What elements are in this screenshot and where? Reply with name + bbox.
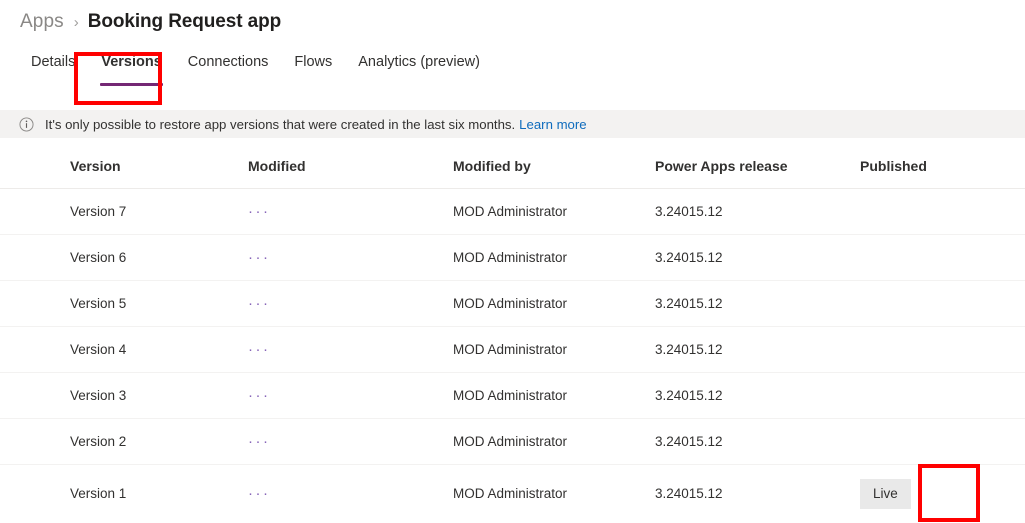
cell-published [860, 372, 1025, 419]
breadcrumb: Apps › Booking Request app [0, 0, 1025, 34]
chevron-right-icon: › [73, 13, 79, 31]
tab-flows[interactable]: Flows [281, 46, 345, 76]
cell-power-apps-release: 3.24015.12 [655, 486, 723, 502]
tab-connections[interactable]: Connections [175, 46, 282, 76]
info-circle-icon [19, 116, 34, 132]
more-options-icon[interactable]: ··· [248, 485, 271, 502]
column-header-published[interactable]: Published [860, 152, 1025, 189]
cell-published [860, 418, 1025, 465]
table-row[interactable]: Version 5 ··· MOD Administrator 3.24015.… [0, 280, 1025, 327]
cell-modified: ··· [248, 372, 453, 419]
more-options-icon[interactable]: ··· [248, 387, 271, 404]
cell-power-apps-release: 3.24015.12 [655, 418, 860, 465]
table-header-row: Version Modified Modified by Power Apps … [0, 152, 1025, 189]
column-header-modified-by[interactable]: Modified by [453, 152, 655, 189]
cell-version: Version 5 [0, 280, 248, 327]
tab-flows-label: Flows [294, 54, 333, 70]
tab-details-label: Details [31, 54, 76, 70]
cell-modified-by: MOD Administrator [453, 418, 655, 465]
cell-published [860, 188, 1025, 235]
column-header-version[interactable]: Version [0, 152, 248, 189]
cell-modified-by: MOD Administrator [453, 280, 655, 327]
breadcrumb-current-app-title: Booking Request app [87, 11, 282, 32]
more-options-icon[interactable]: ··· [248, 295, 271, 312]
cell-modified-by: MOD Administrator [453, 188, 655, 235]
versions-table-body: Version 7 ··· MOD Administrator 3.24015.… [0, 188, 1025, 523]
cell-version: Version 2 [0, 418, 248, 465]
tab-connections-label: Connections [187, 54, 269, 70]
cell-version: Version 3 [0, 372, 248, 419]
tab-bar: Details Versions Connections Flows Analy… [0, 46, 1025, 94]
cell-power-apps-release: 3.24015.12 [655, 188, 860, 235]
cell-modified: ··· [248, 326, 453, 373]
table-row[interactable]: Version 2 ··· MOD Administrator 3.24015.… [0, 418, 1025, 465]
cell-modified-by: MOD Administrator [453, 372, 655, 419]
table-row[interactable]: Version 4 ··· MOD Administrator 3.24015.… [0, 326, 1025, 373]
versions-table: Version Modified Modified by Power Apps … [0, 152, 1025, 523]
info-banner-text: It's only possible to restore app versio… [45, 116, 516, 132]
cell-modified: ··· [248, 188, 453, 235]
tab-versions-label: Versions [101, 54, 162, 70]
more-options-icon[interactable]: ··· [248, 203, 271, 220]
more-options-icon[interactable]: ··· [248, 249, 271, 266]
learn-more-link[interactable]: Learn more [519, 117, 586, 132]
tab-versions[interactable]: Versions [88, 46, 174, 86]
cell-published [860, 280, 1025, 327]
status-badge-live: Live [860, 479, 911, 509]
cell-power-apps-release: 3.24015.12 [655, 280, 860, 327]
cell-modified: ··· [248, 234, 453, 281]
cell-version: Version 6 [0, 234, 248, 281]
cell-power-apps-release: 3.24015.12 [655, 372, 860, 419]
info-banner: It's only possible to restore app versio… [0, 110, 1025, 138]
column-header-modified[interactable]: Modified [248, 152, 453, 189]
versions-table-header: Version Modified Modified by Power Apps … [0, 152, 1025, 189]
cell-modified: ··· [248, 465, 453, 523]
cell-published: Live [860, 465, 1025, 523]
table-row[interactable]: Version 3 ··· MOD Administrator 3.24015.… [0, 372, 1025, 419]
tab-analytics-label: Analytics (preview) [358, 54, 480, 70]
cell-power-apps-release: 3.24015.12 [655, 326, 860, 373]
cell-power-apps-release: 3.24015.12 [655, 234, 860, 281]
cell-published [860, 326, 1025, 373]
tab-details[interactable]: Details [18, 46, 88, 76]
breadcrumb-parent-apps[interactable]: Apps [20, 11, 64, 33]
more-options-icon[interactable]: ··· [248, 341, 271, 358]
more-options-icon[interactable]: ··· [248, 433, 271, 450]
tab-selected-underline [100, 83, 163, 86]
cell-version: Version 7 [0, 188, 248, 235]
cell-modified: ··· [248, 418, 453, 465]
cell-version: Version 1 [70, 486, 127, 502]
cell-published [860, 234, 1025, 281]
table-row[interactable]: Version 7 ··· MOD Administrator 3.24015.… [0, 188, 1025, 235]
cell-modified-by: MOD Administrator [453, 234, 655, 281]
cell-modified-by: MOD Administrator [453, 326, 655, 373]
tab-analytics-preview[interactable]: Analytics (preview) [345, 46, 493, 76]
table-row[interactable]: Version 1 ··· MOD Administrator 3.24015.… [0, 465, 1025, 523]
column-header-power-apps-release[interactable]: Power Apps release [655, 152, 860, 189]
table-row[interactable]: Version 6 ··· MOD Administrator 3.24015.… [0, 234, 1025, 281]
cell-version: Version 4 [0, 326, 248, 373]
cell-modified-by: MOD Administrator [453, 486, 568, 502]
cell-modified: ··· [248, 280, 453, 327]
